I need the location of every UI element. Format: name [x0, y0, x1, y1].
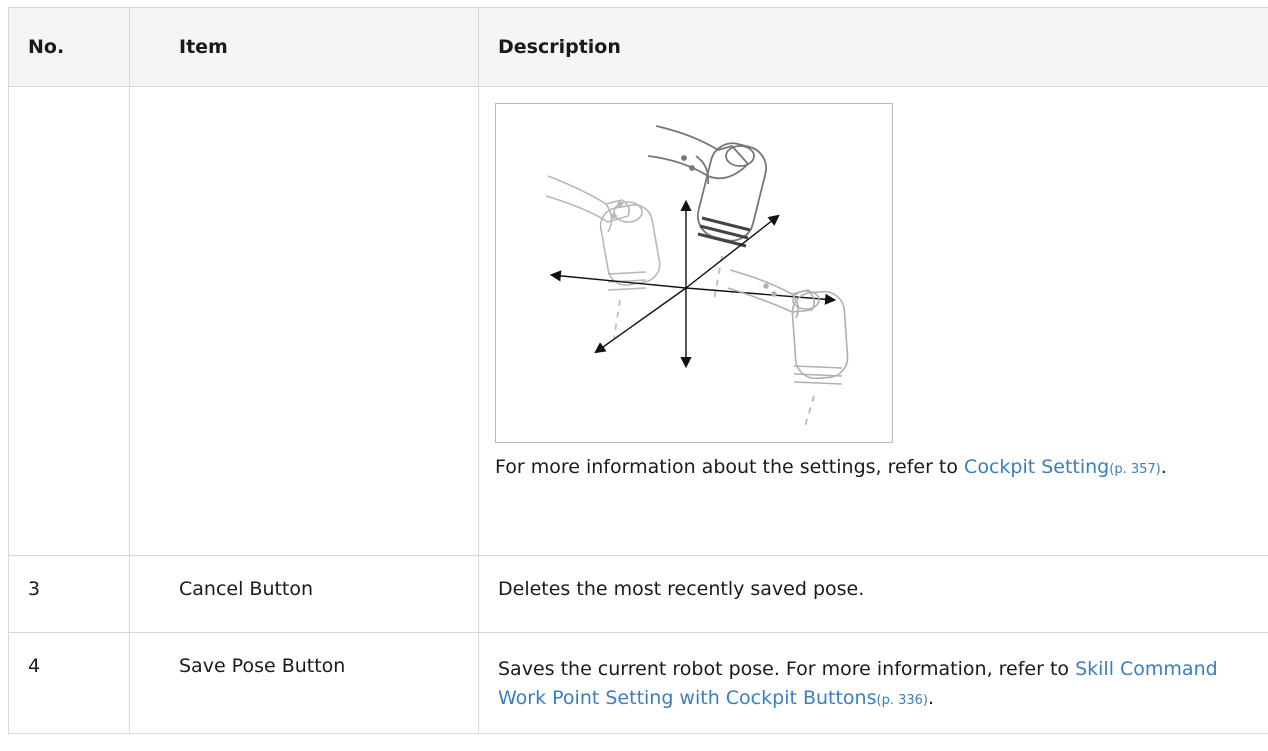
- table-row: 3 Cancel Button Deletes the most recentl…: [8, 555, 1268, 633]
- header-item: Item: [129, 7, 479, 87]
- cell-description: Saves the current robot pose. For more i…: [478, 632, 1268, 734]
- robot-pose-figure: [495, 103, 893, 443]
- robot-arm-top: [647, 125, 768, 301]
- cell-item-empty: [129, 86, 479, 556]
- robot-arm-axes-illustration: [545, 125, 849, 431]
- table-row: 4 Save Pose Button Saves the current rob…: [8, 632, 1268, 734]
- cockpit-setting-link[interactable]: Cockpit Setting(p. 357): [964, 456, 1161, 478]
- row-4-description-text: Saves the current robot pose. For more i…: [498, 658, 1076, 680]
- row-3-no: 3: [28, 578, 41, 600]
- description-table: No. Item Description For more informatio…: [8, 7, 1268, 734]
- row-4-description: Saves the current robot pose. For more i…: [479, 633, 1258, 715]
- cell-no: 3: [8, 555, 130, 633]
- cell-description: For more information about the settings,…: [478, 86, 1268, 556]
- cell-item: Cancel Button: [129, 555, 479, 633]
- row-4-item: Save Pose Button: [179, 655, 346, 677]
- row-3-description: Deletes the most recently saved pose.: [498, 578, 865, 600]
- table-header-row: No. Item Description: [8, 7, 1268, 87]
- cockpit-setting-pageref: (p. 357): [1109, 462, 1161, 477]
- row-3-item: Cancel Button: [179, 578, 314, 600]
- robot-arm-left-ghost: [545, 175, 661, 339]
- header-description: Description: [478, 7, 1268, 87]
- cell-item: Save Pose Button: [129, 632, 479, 734]
- header-no: No.: [8, 7, 130, 87]
- cell-no: 4: [8, 632, 130, 734]
- robot-arm-right-ghost: [727, 269, 849, 431]
- row-4-no: 4: [28, 655, 41, 677]
- cell-description: Deletes the most recently saved pose.: [478, 555, 1268, 633]
- cell-no-empty: [8, 86, 130, 556]
- row-4-description-end: .: [927, 687, 935, 709]
- table-row: For more information about the settings,…: [8, 86, 1268, 556]
- figure-row-text-end: .: [1160, 456, 1167, 478]
- axis-lines: [549, 199, 837, 369]
- figure-row-text: For more information about the settings,…: [495, 456, 965, 478]
- cockpit-setting-link-text: Cockpit Setting: [964, 456, 1110, 478]
- skill-command-pageref: (p. 336): [876, 693, 928, 708]
- figure-row-description: For more information about the settings,…: [495, 453, 1195, 484]
